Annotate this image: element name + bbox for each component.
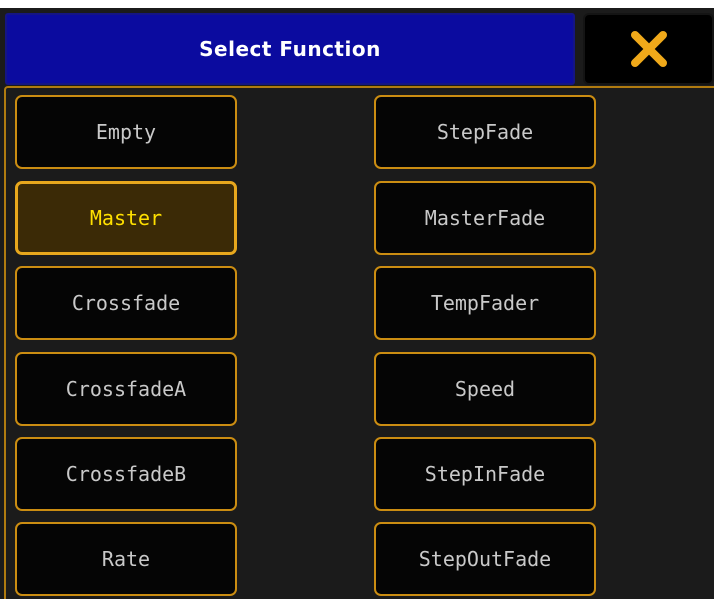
function-button-crossfade-b[interactable]: CrossfadeB bbox=[15, 437, 237, 511]
dialog-title-bar: Select Function bbox=[5, 13, 575, 85]
function-button-stepinfade[interactable]: StepInFade bbox=[374, 437, 596, 511]
dialog-title: Select Function bbox=[199, 37, 381, 61]
close-button[interactable] bbox=[583, 13, 714, 85]
function-button-speed[interactable]: Speed bbox=[374, 352, 596, 426]
function-button-masterfade[interactable]: MasterFade bbox=[374, 181, 596, 255]
function-button-stepfade[interactable]: StepFade bbox=[374, 95, 596, 169]
function-button-stepoutfade[interactable]: StepOutFade bbox=[374, 522, 596, 596]
function-button-crossfade[interactable]: Crossfade bbox=[15, 266, 237, 340]
function-button-master[interactable]: Master bbox=[15, 181, 237, 255]
function-button-tempfader[interactable]: TempFader bbox=[374, 266, 596, 340]
function-button-empty[interactable]: Empty bbox=[15, 95, 237, 169]
close-x-icon bbox=[630, 31, 667, 67]
function-button-rate[interactable]: Rate bbox=[15, 522, 237, 596]
function-button-crossfade-a[interactable]: CrossfadeA bbox=[15, 352, 237, 426]
